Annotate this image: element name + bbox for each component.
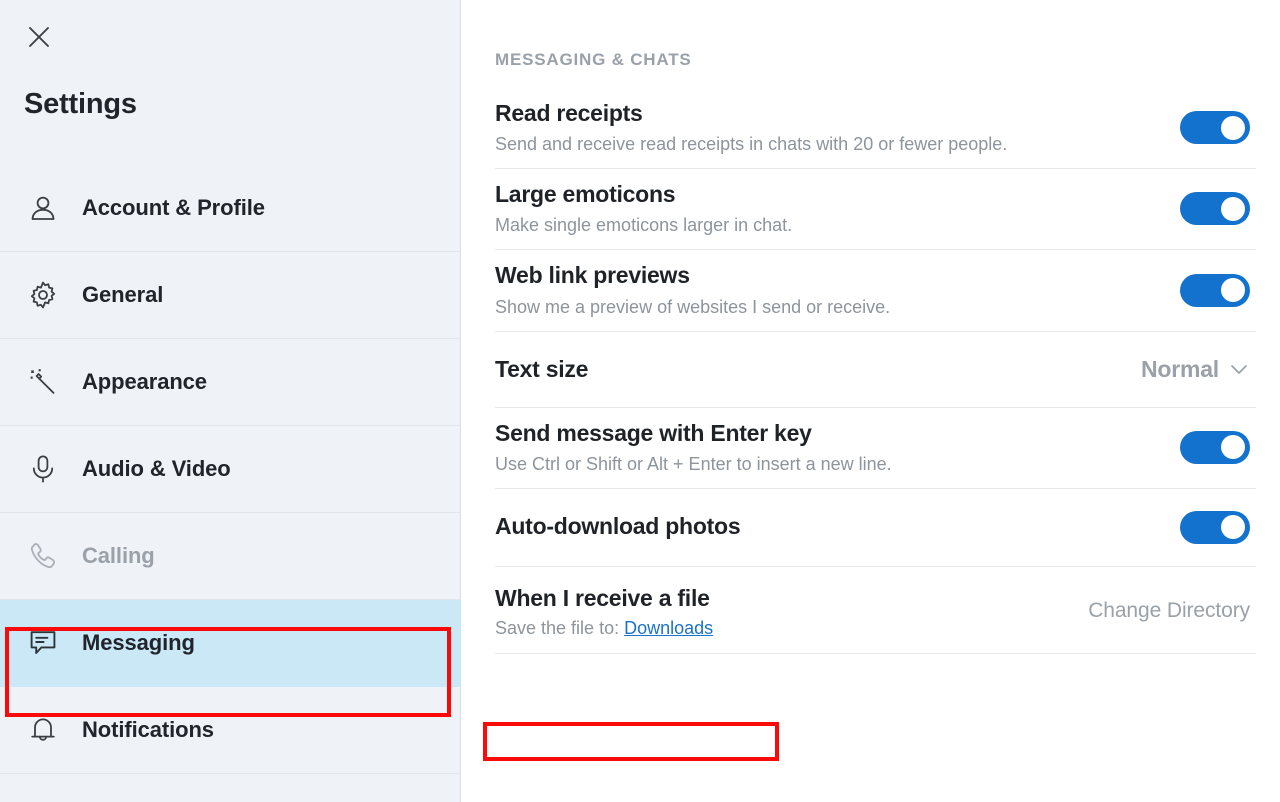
setting-description: Use Ctrl or Shift or Alt + Enter to inse… <box>495 453 892 474</box>
setting-description: Send and receive read receipts in chats … <box>495 134 1008 155</box>
setting-row-send-with-enter: Send message with Enter key Use Ctrl or … <box>495 408 1256 489</box>
settings-content: MESSAGING & CHATS Read receipts Send and… <box>461 0 1280 802</box>
chevron-down-icon <box>1228 358 1250 380</box>
row-control <box>1162 273 1250 307</box>
setting-row-read-receipts: Read receipts Send and receive read rece… <box>495 88 1256 170</box>
row-control: Change Directory <box>1070 599 1250 623</box>
save-file-to-line: Save the file to: Downloads <box>495 618 713 639</box>
microphone-icon <box>22 448 64 490</box>
sidebar-item-audio-video[interactable]: Audio & Video <box>0 426 461 513</box>
sidebar-item-notifications[interactable]: Notifications <box>0 687 461 774</box>
setting-title: Large emoticons <box>495 181 676 208</box>
change-directory-button[interactable]: Change Directory <box>1088 599 1250 623</box>
row-control <box>1162 510 1250 544</box>
setting-title: Send message with Enter key <box>495 419 812 446</box>
chat-bubble-icon <box>22 622 64 664</box>
toggle-knob <box>1221 515 1245 540</box>
toggle-large-emoticons[interactable] <box>1180 192 1250 226</box>
setting-row-auto-download-photos: Auto-download photos <box>495 489 1256 567</box>
sidebar-item-label: Appearance <box>82 369 207 394</box>
row-control <box>1162 111 1250 145</box>
toggle-auto-download-photos[interactable] <box>1180 510 1250 544</box>
setting-title: Auto-download photos <box>495 512 741 539</box>
row-text: Send message with Enter key Use Ctrl or … <box>495 418 892 477</box>
gear-icon <box>22 274 64 316</box>
sidebar-item-label: General <box>82 282 164 307</box>
text-size-dropdown[interactable]: Normal <box>1141 356 1250 383</box>
close-button[interactable] <box>18 16 60 58</box>
section-header: MESSAGING & CHATS <box>495 50 692 69</box>
row-control <box>1162 192 1250 226</box>
setting-title: When I receive a file <box>495 584 710 611</box>
close-icon <box>25 23 53 51</box>
sidebar-item-general[interactable]: General <box>0 252 461 339</box>
sidebar-item-label: Calling <box>82 543 155 568</box>
save-file-to-label: Save the file to: <box>495 618 620 639</box>
magic-wand-icon <box>22 361 64 403</box>
sidebar-item-label: Audio & Video <box>82 456 231 481</box>
row-control <box>1162 430 1250 464</box>
sidebar-item-appearance[interactable]: Appearance <box>0 339 461 426</box>
toggle-knob <box>1221 435 1245 460</box>
sidebar-item-label: Account & Profile <box>82 195 265 220</box>
toggle-send-with-enter[interactable] <box>1180 430 1250 464</box>
dropdown-value: Normal <box>1140 355 1219 382</box>
sidebar-nav: Account & Profile General Appearance Aud… <box>0 165 461 774</box>
sidebar-item-messaging[interactable]: Messaging <box>0 600 461 687</box>
toggle-read-receipts[interactable] <box>1180 111 1250 145</box>
row-text: Text size <box>495 354 588 385</box>
toggle-knob <box>1221 278 1245 303</box>
row-control: Normal <box>1123 356 1250 383</box>
toggle-knob <box>1221 196 1245 221</box>
setting-row-large-emoticons: Large emoticons Make single emoticons la… <box>495 169 1256 251</box>
setting-row-web-link-previews: Web link previews Show me a preview of w… <box>495 250 1256 332</box>
toggle-web-link-previews[interactable] <box>1180 273 1250 307</box>
settings-window: Settings Account & Profile General Appea… <box>0 0 1280 802</box>
sidebar-item-label: Notifications <box>82 717 214 742</box>
row-text: Auto-download photos <box>495 511 741 542</box>
person-icon <box>22 187 64 229</box>
setting-title: Web link previews <box>495 262 690 289</box>
sidebar-item-label: Messaging <box>82 630 195 655</box>
setting-description: Make single emoticons larger in chat. <box>495 215 793 236</box>
setting-title: Read receipts <box>495 100 643 126</box>
toggle-knob <box>1221 115 1245 140</box>
row-text: When I receive a file Save the file to: … <box>495 583 713 639</box>
setting-description: Show me a preview of websites I send or … <box>495 296 891 317</box>
setting-row-text-size: Text size Normal <box>495 332 1256 408</box>
setting-title: Text size <box>495 355 589 382</box>
settings-sidebar: Settings Account & Profile General Appea… <box>0 0 461 802</box>
phone-icon <box>22 535 64 577</box>
page-title: Settings <box>24 88 137 120</box>
download-directory-link[interactable]: Downloads <box>624 618 713 638</box>
row-text: Read receipts Send and receive read rece… <box>495 98 1007 157</box>
settings-list: Read receipts Send and receive read rece… <box>495 88 1256 655</box>
sidebar-item-calling[interactable]: Calling <box>0 513 461 600</box>
bell-icon <box>22 709 64 751</box>
row-text: Large emoticons Make single emoticons la… <box>495 179 792 238</box>
setting-row-receive-file: When I receive a file Save the file to: … <box>495 567 1256 655</box>
sidebar-item-account-profile[interactable]: Account & Profile <box>0 165 461 252</box>
row-text: Web link previews Show me a preview of w… <box>495 260 890 319</box>
